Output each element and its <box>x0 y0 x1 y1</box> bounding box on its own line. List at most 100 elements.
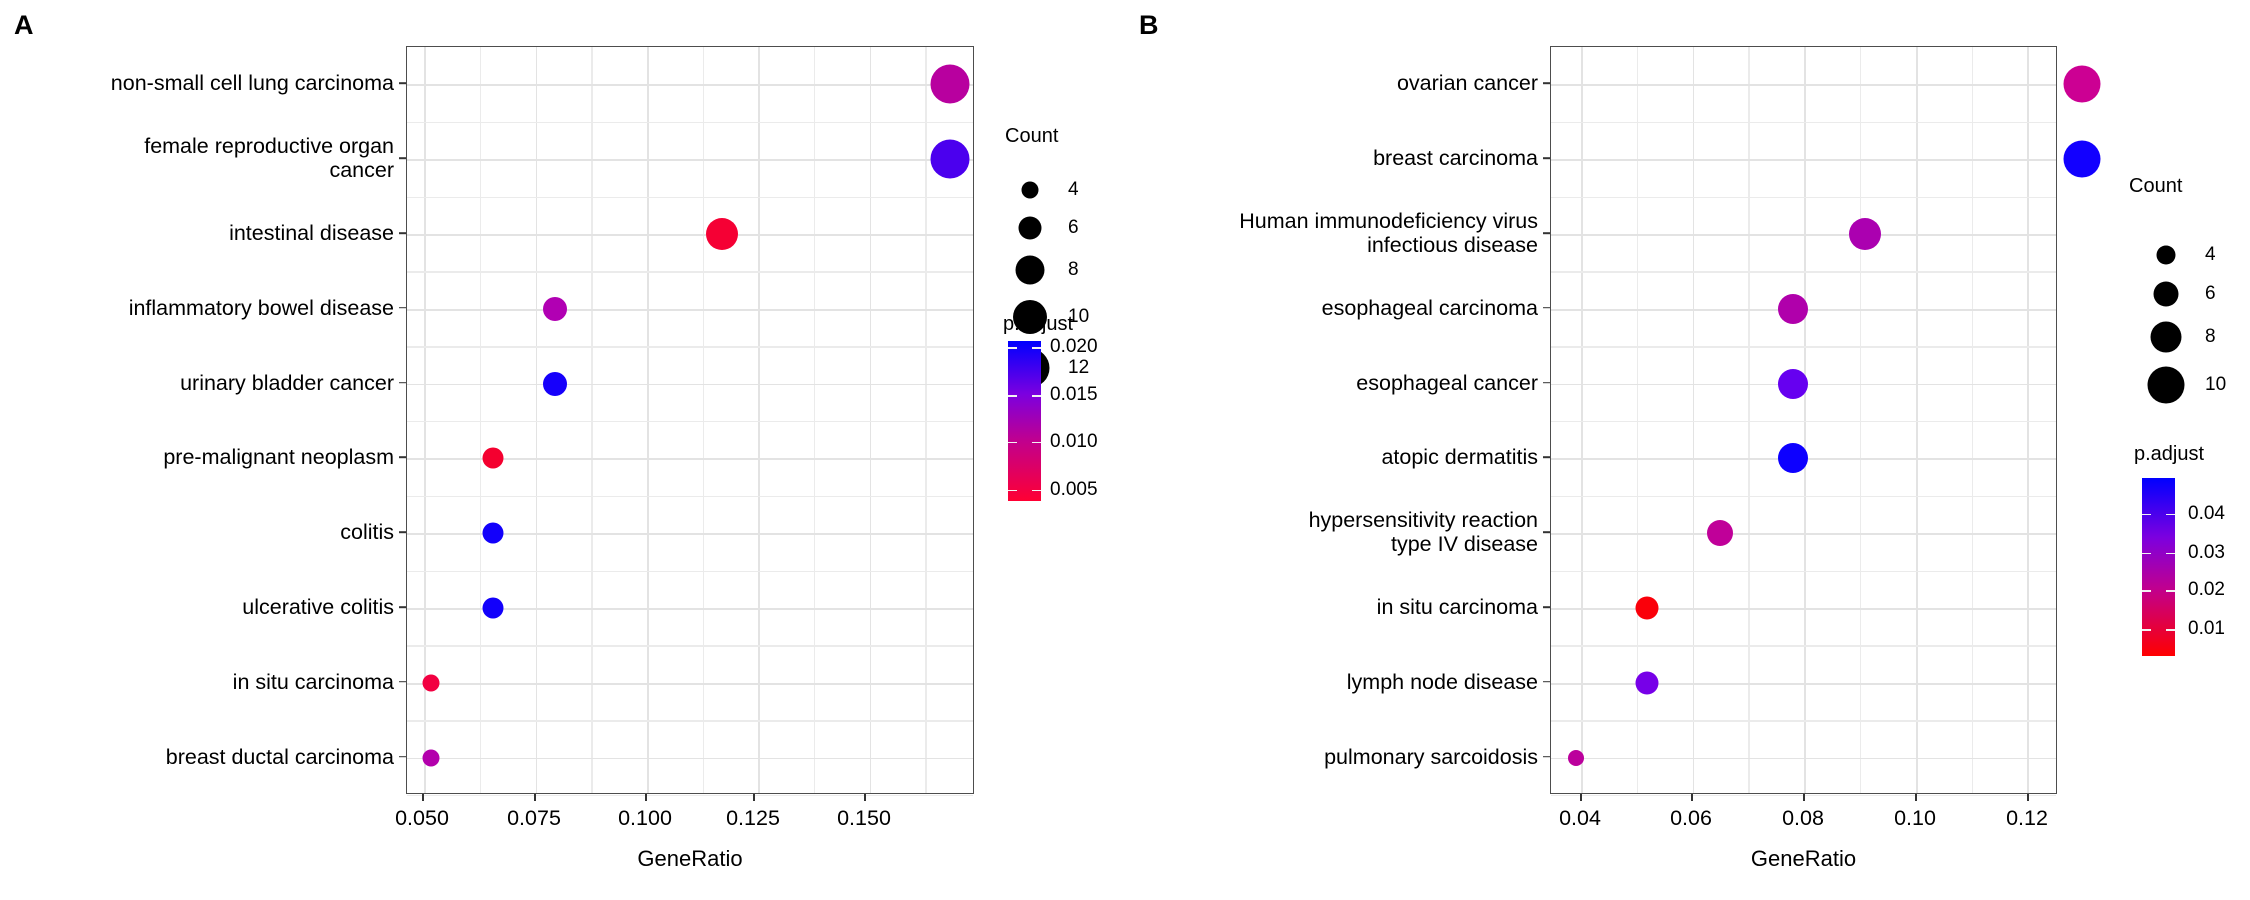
y-axis-label: esophageal cancer <box>1356 370 1538 395</box>
data-point <box>1567 749 1584 766</box>
padjust-colorbar-label: 0.010 <box>1050 430 1098 452</box>
y-axis-tick <box>399 381 406 384</box>
y-axis-label: colitis <box>340 520 394 545</box>
data-point <box>543 371 568 396</box>
data-point <box>1849 218 1882 250</box>
x-axis-tick <box>2027 794 2029 801</box>
padjust-colorbar-tick <box>2142 590 2151 592</box>
padjust-colorbar <box>1008 341 1041 501</box>
panel-letter-a: A <box>14 10 34 40</box>
gridline-horizontal-minor <box>407 570 973 572</box>
x-axis-tick <box>1803 794 1805 801</box>
data-point <box>1635 596 1659 620</box>
data-point <box>930 64 970 104</box>
x-axis-tick-label: 0.100 <box>618 806 672 830</box>
data-point <box>1777 443 1808 474</box>
y-axis-tick <box>1543 157 1550 159</box>
y-axis-label: intestinal disease <box>229 220 394 245</box>
data-point <box>482 522 504 544</box>
panel-letter-b: B <box>1139 10 1159 40</box>
gridline-horizontal-minor <box>1551 570 2056 572</box>
data-point <box>482 447 504 469</box>
padjust-colorbar-tick <box>1032 489 1041 492</box>
y-axis-label: pulmonary sarcoidosis <box>1324 744 1538 769</box>
count-legend-key <box>2150 321 2182 353</box>
y-axis-tick <box>399 307 406 309</box>
data-point <box>2063 65 2101 103</box>
y-axis-label: ovarian cancer <box>1396 71 1538 96</box>
y-axis-label: non-small cell lung carcinoma <box>110 71 394 96</box>
gridline-horizontal-major <box>407 234 973 236</box>
gridline-horizontal-minor <box>1551 346 2056 348</box>
x-axis-tick-label: 0.08 <box>1782 806 1824 830</box>
gridline-horizontal-minor <box>407 720 973 722</box>
gridline-horizontal-minor <box>1551 645 2056 647</box>
padjust-colorbar-tick <box>1008 347 1017 349</box>
x-axis-title: GeneRatio <box>637 846 743 871</box>
y-axis-tick <box>399 82 406 85</box>
padjust-colorbar-label: 0.03 <box>2188 541 2225 563</box>
y-axis-tick <box>1543 606 1550 608</box>
y-axis-label: esophageal carcinoma <box>1321 295 1538 320</box>
count-legend-key-label: 6 <box>1068 217 1079 238</box>
data-point <box>422 674 440 692</box>
x-axis-tick <box>534 794 536 801</box>
y-axis-tick <box>1543 681 1550 683</box>
count-legend-key-label: 4 <box>1068 179 1079 200</box>
y-axis-tick <box>399 157 406 159</box>
padjust-colorbar-tick <box>2166 629 2175 631</box>
plot-area-b <box>1550 46 2101 797</box>
padjust-colorbar-tick <box>2166 552 2175 555</box>
y-axis-label: in situ carcinoma <box>232 669 394 694</box>
data-point <box>930 139 970 179</box>
gridline-horizontal-minor <box>1551 495 2056 498</box>
gridline-horizontal-minor <box>407 346 973 348</box>
padjust-colorbar-tick <box>2166 513 2175 516</box>
gridline-horizontal-minor <box>407 645 973 647</box>
count-legend-key-label: 10 <box>2205 374 2227 395</box>
x-axis-tick <box>1580 794 1582 801</box>
count-legend-key <box>2147 366 2185 404</box>
y-axis-tick <box>1543 755 1550 758</box>
y-axis-tick <box>1543 82 1550 85</box>
data-point <box>543 296 568 321</box>
padjust-colorbar-tick <box>1032 441 1041 444</box>
gridline-horizontal-minor <box>407 495 973 498</box>
x-axis-tick-label: 0.06 <box>1670 806 1712 830</box>
padjust-colorbar-tick <box>2166 590 2175 592</box>
gridline-horizontal-minor <box>407 196 973 198</box>
padjust-colorbar-label: 0.005 <box>1050 478 1098 500</box>
data-point <box>2063 140 2101 178</box>
y-axis-tick <box>399 755 406 758</box>
y-axis-label: pre-malignant neoplasm <box>163 445 394 470</box>
gridline-horizontal-major <box>1551 682 2056 685</box>
y-axis-tick <box>1543 456 1550 459</box>
padjust-colorbar-tick <box>1008 489 1017 492</box>
count-legend-key <box>1018 216 1042 240</box>
padjust-colorbar-tick <box>2142 552 2151 555</box>
y-axis-label: breast ductal carcinoma <box>165 744 394 769</box>
y-axis-tick <box>1543 307 1550 309</box>
x-axis-tick-label: 0.150 <box>837 806 891 830</box>
panel-a: Anon-small cell lung carcinoma female rep… <box>0 0 1125 900</box>
x-axis-title: GeneRatio <box>1750 846 1857 871</box>
gridline-horizontal-major <box>1551 533 2056 535</box>
count-legend-title: Count <box>1005 125 1059 147</box>
y-axis-label: urinary bladder cancer <box>180 370 394 395</box>
panel-b: Bovarian cancer breast carcinoma Human imm… <box>1125 0 2250 900</box>
data-point <box>705 218 738 250</box>
y-axis-label: atopic dermatitis <box>1381 445 1538 470</box>
y-axis-label: in situ carcinoma <box>1376 594 1538 619</box>
figure-root: Anon-small cell lung carcinoma female rep… <box>0 0 2250 900</box>
gridline-horizontal-major <box>407 159 973 161</box>
padjust-colorbar-tick <box>1032 347 1041 349</box>
padjust-colorbar-label: 0.02 <box>2188 579 2225 601</box>
y-axis-label: female reproductive organ cancer <box>144 134 394 183</box>
x-axis-tick-label: 0.04 <box>1559 806 1601 830</box>
gridline-horizontal-major <box>407 84 973 87</box>
data-point <box>422 749 440 767</box>
gridline-horizontal-major <box>407 682 973 685</box>
y-axis-label: breast carcinoma <box>1373 146 1538 171</box>
plot-area-a <box>406 46 974 797</box>
y-axis-label: ulcerative colitis <box>242 594 394 619</box>
